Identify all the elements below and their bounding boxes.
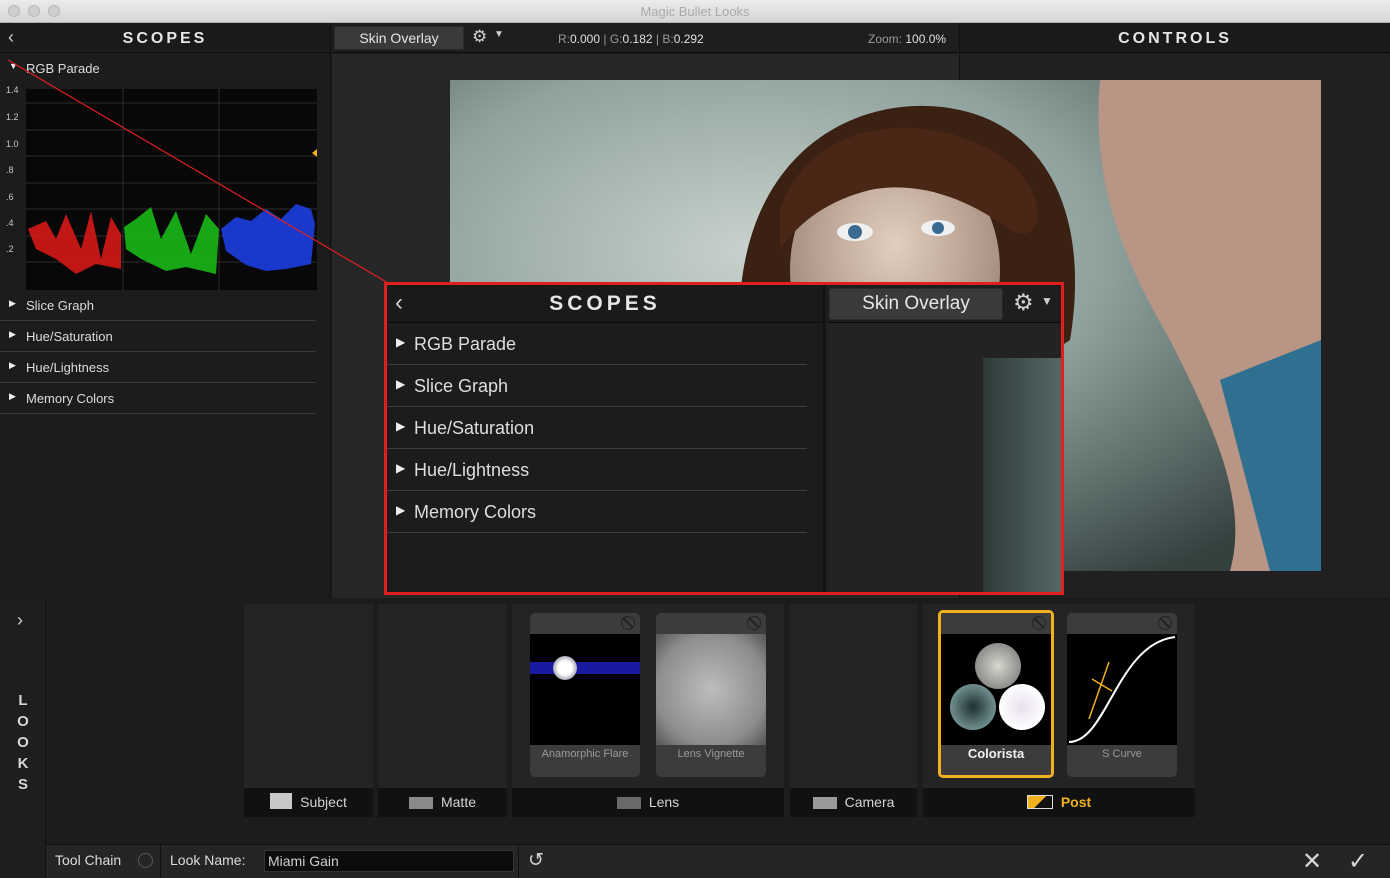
title-bar: Magic Bullet Looks	[0, 0, 1390, 23]
tool-thumbnail	[941, 634, 1051, 745]
scope-item-memory-colors[interactable]: ▶ Memory Colors	[0, 383, 316, 414]
disable-icon[interactable]	[138, 853, 153, 868]
cancel-icon[interactable]: ✕	[1302, 847, 1322, 876]
skin-overlay-button[interactable]: Skin Overlay	[334, 26, 464, 50]
callout-item-label: Slice Graph	[414, 376, 509, 396]
divider	[160, 845, 161, 878]
category-post[interactable]: Post	[923, 788, 1195, 817]
reset-icon[interactable]: ↺	[528, 849, 544, 872]
bottom-bar: Tool Chain Look Name: ↺ ✕ ✓	[46, 844, 1390, 878]
callout-scopes-title: SCOPES	[549, 292, 661, 315]
dropdown-arrow-icon[interactable]: ▼	[1041, 294, 1053, 308]
callout-item-hue-saturation[interactable]: ▶ Hue/Saturation	[387, 407, 807, 449]
scope-item-label: Hue/Lightness	[26, 360, 110, 375]
camera-icon	[408, 797, 433, 809]
tool-thumbnail	[656, 634, 766, 745]
matte-slot[interactable]	[378, 604, 507, 788]
category-camera[interactable]: Camera	[790, 788, 917, 817]
callout-item-memory-colors[interactable]: ▶ Memory Colors	[387, 491, 807, 533]
tool-thumbnail	[1067, 634, 1177, 745]
callout-scopes-header: ‹ SCOPES	[387, 285, 823, 323]
tool-name: Anamorphic Flare	[541, 748, 629, 760]
callout-item-label: Hue/Lightness	[414, 460, 530, 480]
callout-image-edge	[983, 358, 1061, 592]
tool-anamorphic-flare[interactable]: Anamorphic Flare	[530, 613, 640, 777]
callout-item-label: Memory Colors	[414, 502, 537, 522]
gear-icon[interactable]: ⚙	[472, 27, 487, 47]
triangle-right-icon: ▶	[396, 335, 406, 349]
camera-icon	[616, 797, 641, 809]
scope-item-slice-graph[interactable]: ▶ Slice Graph	[0, 290, 316, 321]
tool-chain-label: Tool Chain	[55, 852, 122, 868]
scope-item-hue-lightness[interactable]: ▶ Hue/Lightness	[0, 352, 316, 383]
scopes-header: ‹ SCOPES	[0, 23, 330, 53]
subject-icon	[270, 793, 293, 809]
triangle-right-icon: ▶	[396, 419, 406, 433]
confirm-check-icon[interactable]: ✓	[1348, 847, 1368, 876]
zoomed-callout: ‹ SCOPES ▶ RGB Parade ▶ Slice Graph ▶ Hu…	[384, 282, 1064, 595]
triangle-right-icon: ▶	[9, 391, 16, 401]
tool-name: S Curve	[1102, 748, 1142, 760]
tool-name: Colorista	[967, 746, 1025, 761]
app-window: Magic Bullet Looks ‹ SCOPES ▼ RGB Parade…	[0, 0, 1390, 878]
look-name-label: Look Name:	[170, 852, 246, 868]
gear-icon[interactable]: ⚙	[1013, 289, 1034, 316]
callout-item-label: Hue/Saturation	[414, 418, 535, 438]
triangle-right-icon: ▶	[396, 461, 406, 475]
post-icon	[1026, 795, 1053, 809]
triangle-right-icon: ▶	[9, 329, 16, 339]
viewer-toolbar: Skin Overlay ⚙ ▼ R:0.000 | G:0.182 | B:0…	[332, 23, 958, 53]
rgb-readout: R:0.000 | G:0.182 | B:0.292	[558, 32, 704, 46]
window-title: Magic Bullet Looks	[640, 4, 750, 19]
controls-header: CONTROLS	[959, 23, 1390, 53]
expand-chevron-icon[interactable]: ›	[17, 610, 23, 631]
scope-item-label: Slice Graph	[26, 298, 94, 313]
callout-scopes-panel: ‹ SCOPES ▶ RGB Parade ▶ Slice Graph ▶ Hu…	[387, 285, 825, 592]
callout-viewer: Skin Overlay ⚙ ▼	[827, 285, 1061, 592]
triangle-right-icon: ▶	[9, 298, 16, 308]
callout-item-label: RGB Parade	[414, 334, 517, 354]
disable-icon[interactable]	[747, 616, 761, 630]
tool-lens-vignette[interactable]: Lens Vignette	[656, 613, 766, 777]
callout-skin-overlay-button[interactable]: Skin Overlay	[829, 288, 1003, 320]
triangle-right-icon: ▶	[396, 503, 406, 517]
scope-item-label: Memory Colors	[26, 391, 115, 406]
zoom-readout[interactable]: Zoom: 100.0%	[868, 32, 946, 46]
s-curve-icon	[1068, 636, 1176, 743]
controls-title: CONTROLS	[1118, 30, 1232, 47]
scope-item-hue-saturation[interactable]: ▶ Hue/Saturation	[0, 321, 316, 352]
callout-toolbar: Skin Overlay ⚙ ▼	[827, 285, 1061, 323]
scopes-title: SCOPES	[122, 30, 208, 47]
scope-item-label: Hue/Saturation	[26, 329, 113, 344]
disable-icon[interactable]	[1032, 616, 1046, 630]
callout-item-rgb-parade[interactable]: ▶ RGB Parade	[387, 323, 807, 365]
category-matte[interactable]: Matte	[378, 788, 507, 817]
disable-icon[interactable]	[1158, 616, 1172, 630]
triangle-right-icon: ▶	[9, 360, 16, 370]
callout-item-slice-graph[interactable]: ▶ Slice Graph	[387, 365, 807, 407]
subject-slot[interactable]	[244, 604, 373, 788]
category-subject[interactable]: Subject	[244, 788, 373, 817]
divider	[518, 845, 519, 878]
look-name-input[interactable]	[264, 850, 514, 872]
dropdown-arrow-icon[interactable]: ▼	[494, 29, 504, 40]
callout-item-hue-lightness[interactable]: ▶ Hue/Lightness	[387, 449, 807, 491]
tool-s-curve[interactable]: S Curve	[1067, 613, 1177, 777]
looks-label: L O O K S	[17, 692, 29, 793]
tool-thumbnail	[530, 634, 640, 745]
tool-colorista[interactable]: Colorista	[938, 610, 1054, 778]
category-lens[interactable]: Lens	[512, 788, 784, 817]
triangle-right-icon: ▶	[396, 377, 406, 391]
callout-pointer-line	[7, 59, 389, 284]
camera-slot[interactable]	[790, 604, 917, 788]
camera-icon	[812, 797, 837, 809]
disable-icon[interactable]	[621, 616, 635, 630]
tool-name: Lens Vignette	[677, 748, 745, 760]
looks-side-tab[interactable]: › L O O K S	[0, 600, 46, 878]
